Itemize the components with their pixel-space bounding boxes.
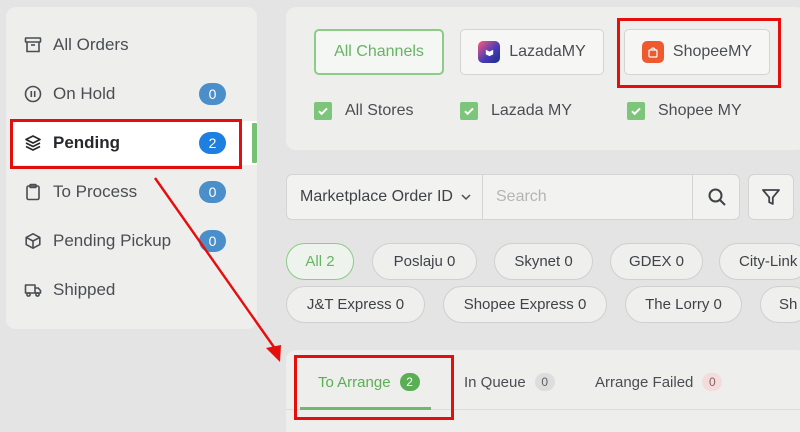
courier-chip-shopee-express[interactable]: Shopee Express 0 [443, 286, 607, 323]
tab-arrange-failed[interactable]: Arrange Failed 0 [595, 370, 723, 394]
checkbox-checked-icon[interactable] [460, 102, 478, 120]
all-channels-button[interactable]: All Channels [314, 29, 444, 75]
pause-circle-icon [24, 85, 42, 103]
chevron-down-icon [461, 194, 471, 201]
shopee-channel-button[interactable]: ShopeeMY [624, 29, 770, 75]
courier-chip-the-lorry[interactable]: The Lorry 0 [625, 286, 742, 323]
store-checkbox-lazada[interactable]: Lazada MY [460, 102, 572, 120]
sidebar-item-label: To Process [53, 182, 138, 201]
checkbox-checked-icon[interactable] [627, 102, 645, 120]
courier-chip-poslaju[interactable]: Poslaju 0 [372, 243, 477, 280]
truck-icon [24, 281, 42, 299]
lazada-channel-button[interactable]: LazadaMY [460, 29, 604, 75]
clipboard-icon [24, 183, 42, 201]
courier-chip-citylink[interactable]: City-Link [719, 243, 800, 280]
count-badge: 0 [199, 83, 226, 105]
archive-icon [24, 36, 42, 54]
checkbox-checked-icon[interactable] [314, 102, 332, 120]
lazada-logo-icon [478, 41, 501, 63]
count-badge: 0 [199, 181, 226, 203]
sidebar-item-label: Pending [53, 133, 121, 152]
search-icon [708, 188, 726, 206]
filter-button[interactable] [748, 174, 794, 220]
courier-chip-skynet[interactable]: Skynet 0 [494, 243, 593, 280]
sidebar-item-shipped[interactable]: Shipped [10, 268, 257, 312]
sidebar-item-to-process[interactable]: To Process 0 [10, 170, 257, 214]
store-checkbox-all[interactable]: All Stores [314, 102, 413, 120]
tab-to-arrange[interactable]: To Arrange 2 [318, 370, 420, 394]
sidebar-item-label: Pending Pickup [53, 231, 172, 250]
courier-chip-jnt[interactable]: J&T Express 0 [286, 286, 425, 323]
search-field-select[interactable]: Marketplace Order ID [287, 175, 483, 219]
sidebar-item-label: On Hold [53, 84, 116, 103]
filter-icon [762, 189, 780, 205]
count-badge: 0 [199, 230, 226, 252]
sidebar-item-all-orders[interactable]: All Orders [10, 23, 257, 67]
sidebar-item-label: Shipped [53, 280, 116, 299]
search-button[interactable] [692, 175, 740, 219]
store-checkbox-shopee[interactable]: Shopee MY [627, 102, 742, 120]
search-bar: Marketplace Order ID [286, 174, 740, 220]
search-input[interactable] [484, 175, 692, 219]
sidebar-item-on-hold[interactable]: On Hold 0 [10, 72, 257, 116]
courier-chip-all[interactable]: All 2 [286, 243, 354, 280]
count-badge: 2 [399, 373, 420, 391]
layers-icon [24, 134, 42, 152]
sidebar-item-pending[interactable]: Pending 2 [10, 121, 257, 165]
arrange-tabs: To Arrange 2 In Queue 0 Arrange Failed 0 [286, 350, 800, 432]
count-badge: 2 [199, 132, 226, 154]
courier-chip-gdex[interactable]: GDEX 0 [610, 243, 703, 280]
active-tab-indicator [300, 407, 431, 410]
count-badge: 0 [534, 373, 555, 391]
tab-in-queue[interactable]: In Queue 0 [464, 370, 555, 394]
courier-chip-partial[interactable]: Sh [760, 286, 800, 323]
sidebar-item-pending-pickup[interactable]: Pending Pickup 0 [10, 219, 257, 263]
shopee-logo-icon [641, 41, 664, 63]
status-sidebar: All Orders On Hold 0 Pending 2 To Proces… [6, 7, 257, 329]
channel-panel: All Channels LazadaMY ShopeeMY All Store… [286, 7, 800, 150]
sidebar-item-label: All Orders [53, 35, 129, 54]
box-icon [24, 232, 42, 250]
count-badge: 0 [702, 373, 723, 391]
